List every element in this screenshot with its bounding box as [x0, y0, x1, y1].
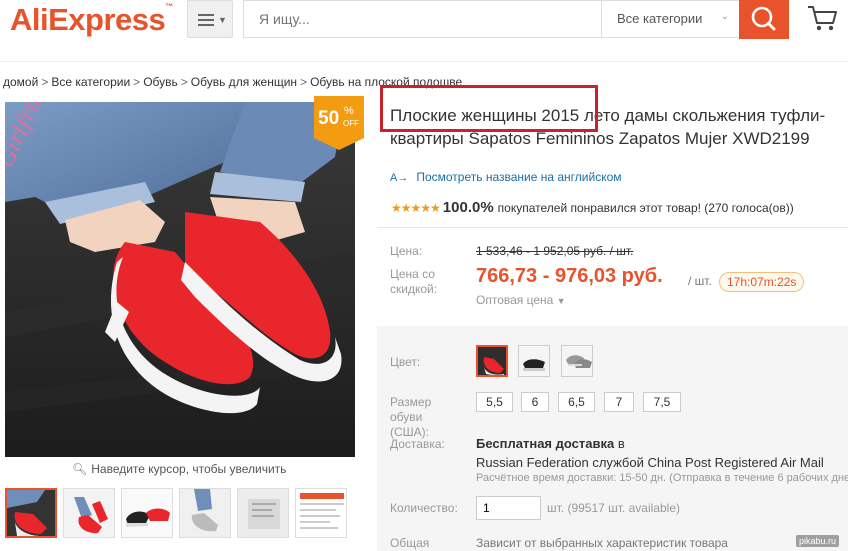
rating-percent: 100.0% [442, 199, 494, 216]
translate-icon: A→ [390, 172, 409, 184]
quantity-available: шт. (99517 шт. available) [547, 501, 680, 515]
watermark: pikabu.ru [796, 535, 840, 547]
breadcrumb-all-categories[interactable]: Все категории [51, 75, 130, 89]
discount-price-label: Цена со скидкой: [390, 267, 438, 296]
search-icon [751, 6, 776, 31]
chevron-down-icon: ⌄ [720, 11, 729, 22]
translate-link-text: Посмотреть название на английском [416, 170, 622, 184]
thumbnail-6[interactable] [295, 488, 347, 538]
category-select-label: Все категории [617, 11, 703, 26]
total-label: Общая [390, 536, 430, 550]
color-swatch-black[interactable] [518, 345, 550, 377]
shipping-in: в [617, 436, 625, 451]
site-header: AliExpress™ ▼ Все категории ⌄ [0, 0, 848, 62]
shipping-time: Расчётное время доставки: 15-50 дн. (Отп… [476, 472, 848, 484]
size-option-7-5[interactable]: 7,5 [643, 392, 681, 412]
zoom-hint: 🔍︎ Наведите курсор, чтобы увеличить [72, 462, 286, 476]
total-value: Зависит от выбранных характеристик товар… [476, 536, 728, 550]
size-option-5-5[interactable]: 5,5 [476, 392, 513, 412]
zoom-hint-text: Наведите курсор, чтобы увеличить [91, 462, 287, 476]
price-unit: / шт. [688, 274, 712, 288]
original-price: 1 533,46 - 1 952,05 руб. / шт. [476, 244, 634, 258]
thumbnail-1[interactable] [5, 488, 57, 538]
color-swatch-red[interactable] [476, 345, 508, 377]
size-option-7[interactable]: 7 [604, 392, 634, 412]
size-option-6[interactable]: 6 [521, 392, 549, 412]
cart-button[interactable] [806, 4, 838, 32]
hamburger-icon [198, 14, 214, 29]
search-input[interactable] [243, 0, 601, 38]
search-button[interactable] [739, 0, 789, 39]
star-rating-icon: ★★★★★ [391, 201, 441, 215]
shipping-label: Доставка: [390, 437, 445, 451]
category-select[interactable]: Все категории ⌄ [601, 0, 740, 38]
cart-icon [808, 6, 837, 31]
thumbnail-strip [5, 488, 350, 538]
thumbnail-4[interactable] [179, 488, 231, 538]
color-swatch-grey[interactable] [561, 345, 593, 377]
categories-menu-button[interactable]: ▼ [187, 0, 233, 38]
logo-text: AliExpress [10, 2, 166, 37]
size-label: Размер обуви (США): [390, 395, 432, 439]
translate-title-link[interactable]: A→ Посмотреть название на английском [390, 170, 622, 184]
discount-price: 766,73 - 976,03 руб. [476, 265, 663, 287]
product-photo-image: Girlfriend [5, 102, 355, 457]
caret-down-icon: ▼ [218, 15, 227, 25]
magnifier-icon: 🔍︎ [72, 462, 88, 476]
badge-percent-sign: % [344, 105, 354, 117]
divider [377, 227, 848, 228]
thumbnail-5[interactable] [237, 488, 289, 538]
wholesale-price-toggle[interactable]: Оптовая цена ▼ [476, 293, 566, 307]
quantity-input[interactable] [476, 496, 541, 520]
wholesale-label: Оптовая цена [476, 293, 554, 307]
badge-off: OFF [343, 119, 359, 128]
breadcrumb-home[interactable]: домой [3, 75, 38, 89]
thumbnail-2[interactable] [63, 488, 115, 538]
shipping-free-text: Бесплатная доставка [476, 436, 615, 451]
price-label: Цена: [390, 244, 423, 258]
countdown-timer: 17h:07m:22s [719, 272, 805, 292]
size-option-6-5[interactable]: 6,5 [558, 392, 595, 412]
badge-percent: 50 [318, 108, 339, 129]
shipping-route-select[interactable]: Russian Federation службой China Post Re… [476, 455, 824, 470]
main-product-photo[interactable]: Girlfriend [5, 102, 355, 457]
rating-text[interactable]: покупателей понравился этот товар! (270 … [498, 201, 794, 215]
rating-summary: ★★★★★ 100.0% покупателей понравился этот т… [391, 199, 794, 216]
title-highlight-box [380, 85, 598, 132]
thumbnail-3[interactable] [121, 488, 173, 538]
color-label: Цвет: [390, 355, 421, 369]
breadcrumb-women-shoes[interactable]: Обувь для женщин [191, 75, 297, 89]
discount-badge: 50 % OFF [314, 96, 364, 150]
quantity-label: Количество: [390, 501, 458, 515]
breadcrumb-shoes[interactable]: Обувь [143, 75, 178, 89]
shipping-free: Бесплатная доставка в [476, 436, 625, 451]
caret-down-icon: ▼ [556, 296, 566, 306]
aliexpress-logo[interactable]: AliExpress™ [10, 2, 173, 38]
